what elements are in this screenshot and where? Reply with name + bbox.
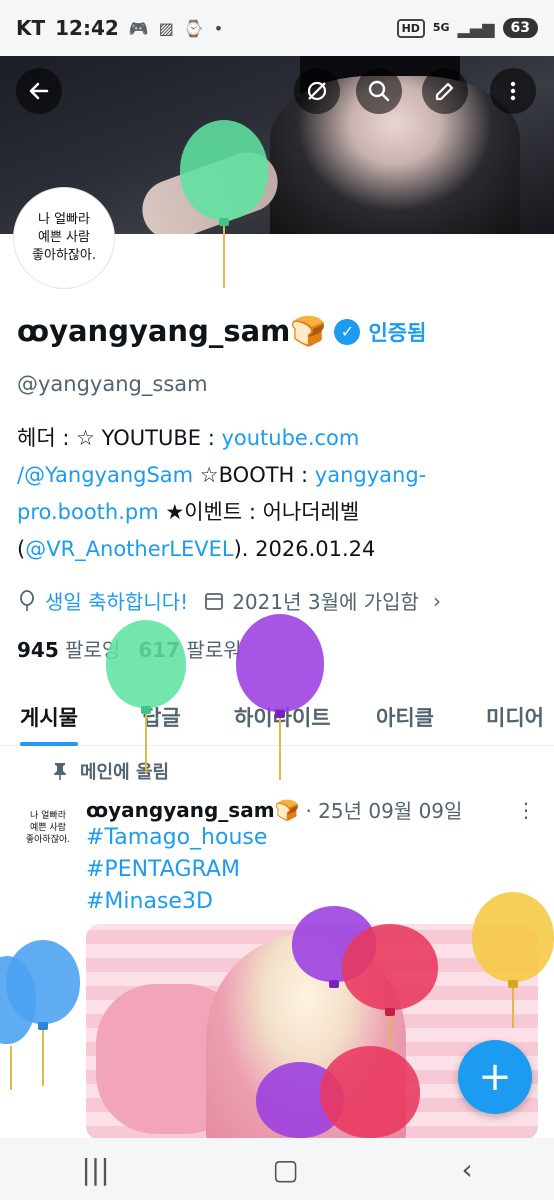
grok-icon — [307, 81, 327, 101]
join-date[interactable]: 2021년 3월에 가입함 — [232, 586, 419, 615]
grok-button[interactable] — [294, 68, 340, 114]
clock: 12:42 — [55, 16, 119, 40]
search-icon — [368, 80, 390, 102]
balloon-body — [180, 120, 268, 220]
balloon-body — [472, 892, 554, 982]
following-count: 945 — [17, 638, 59, 662]
system-nav-bar: ||| ▢ ‹ — [0, 1138, 554, 1200]
user-handle: @yangyang_ssam — [17, 372, 208, 396]
wear-icon: ⌚ — [183, 18, 204, 38]
profile-avatar[interactable]: 나 얼빠라 예쁜 사람 좋아하잖아. — [14, 188, 114, 288]
display-name: ꝏyangyang_sam🍞 ✓ 인증됨 — [17, 314, 426, 349]
bio-event-date: ). 2026.01.24 — [233, 537, 376, 561]
pinned-indicator: 메인에 올림 — [52, 758, 169, 784]
balloon-icon — [20, 589, 34, 611]
pin-icon — [54, 763, 66, 780]
discord-icon: 🎮 — [128, 18, 149, 38]
pinned-label: 메인에 올림 — [80, 762, 170, 783]
birthday-link[interactable]: 생일 축하합니다! — [45, 586, 188, 615]
status-bar: KT 12:42 🎮 ▨ ⌚ • HD 5G ▂▄▆ 63 — [0, 0, 554, 56]
balloon-body — [236, 614, 324, 712]
home-icon[interactable]: ▢ — [272, 1153, 298, 1186]
active-tab-indicator — [20, 742, 78, 746]
search-button[interactable] — [356, 68, 402, 114]
profile-bio: 헤더 : ☆ YOUTUBE : youtube.com /@YangyangS… — [17, 420, 537, 568]
balloon-knot — [385, 1008, 395, 1016]
bio-booth-text: ☆BOOTH : — [193, 463, 315, 487]
tab-posts[interactable]: 게시물 — [20, 690, 78, 746]
signal-icon: ▂▄▆ — [457, 18, 495, 38]
avatar-text-line1: 나 얼빠라 — [38, 212, 90, 227]
balloon-knot — [275, 710, 285, 718]
calendar-icon — [205, 592, 224, 610]
back-button[interactable] — [16, 68, 62, 114]
balloon-string — [279, 718, 281, 780]
network-indicator: 5G — [432, 21, 450, 34]
verified-label[interactable]: 인증됨 — [368, 317, 426, 347]
balloon-knot — [38, 1022, 48, 1030]
tab-label: 미디어 — [486, 706, 544, 730]
compose-fab[interactable]: + — [458, 1040, 532, 1114]
pattern-icon: ▨ — [158, 18, 174, 38]
post-header: ꝏyangyang_sam🍞 · 25년 09월 09일 ⋮ — [86, 795, 536, 824]
edit-icon — [435, 82, 454, 101]
post-avatar-line2: 예쁜 사람 — [30, 823, 66, 833]
post-avatar-line3: 좋아하잖아. — [25, 835, 71, 845]
profile-meta: 생일 축하합니다! 2021년 3월에 가입함 › — [17, 586, 441, 615]
edit-button[interactable] — [422, 68, 468, 114]
balloon-body — [106, 620, 186, 708]
balloon-body — [342, 924, 438, 1010]
avatar-text-line3: 좋아하잖아. — [32, 248, 96, 263]
balloon-knot — [508, 980, 518, 988]
balloon-knot — [141, 706, 151, 714]
tab-label: 아티클 — [376, 706, 434, 730]
tab-articles[interactable]: 아티클 — [376, 690, 434, 744]
balloon-string — [223, 226, 225, 288]
carrier-label: KT — [16, 16, 46, 40]
display-name-text: ꝏyangyang_sam🍞 — [17, 314, 327, 348]
balloon-knot — [219, 218, 229, 226]
hashtag-link[interactable]: #Minase3D — [86, 886, 267, 918]
battery-indicator: 63 — [502, 18, 538, 38]
event-mention-link[interactable]: @VR_AnotherLEVEL — [25, 537, 233, 561]
bio-header-text: 헤더 : ☆ YOUTUBE : — [17, 426, 222, 450]
balloon-string — [42, 1030, 44, 1086]
plus-icon: + — [478, 1054, 512, 1100]
post-avatar-line1: 나 얼빠라 — [30, 811, 66, 821]
dot-icon: • — [213, 18, 224, 38]
post-author-name[interactable]: ꝏyangyang_sam🍞 — [86, 798, 299, 822]
back-arrow-icon — [29, 82, 49, 100]
hashtag-link[interactable]: #Tamago_house — [86, 822, 267, 854]
post-author-avatar[interactable]: 나 얼빠라 예쁜 사람 좋아하잖아. — [18, 798, 78, 858]
more-button[interactable] — [490, 68, 536, 114]
recent-apps-icon[interactable]: ||| — [81, 1153, 109, 1186]
chevron-right-icon[interactable]: › — [433, 589, 441, 613]
verified-badge-icon[interactable]: ✓ — [334, 318, 361, 345]
back-nav-icon[interactable]: ‹ — [461, 1153, 472, 1186]
balloon-string — [512, 988, 514, 1028]
balloon-string — [145, 714, 147, 774]
hashtag-link[interactable]: #PENTAGRAM — [86, 854, 267, 886]
tab-label: 게시물 — [20, 706, 78, 730]
hd-indicator: HD — [396, 18, 425, 38]
balloon-knot — [329, 980, 339, 988]
followers-label: 팔로워 — [186, 638, 242, 662]
balloon-body — [320, 1046, 420, 1138]
post-more-icon[interactable]: ⋮ — [516, 798, 536, 822]
post-hashtags: #Tamago_house #PENTAGRAM #Minase3D — [86, 822, 267, 918]
avatar-text-line2: 예쁜 사람 — [38, 230, 90, 245]
more-vert-icon — [510, 81, 516, 101]
balloon-string — [10, 1046, 12, 1090]
tab-media[interactable]: 미디어 — [486, 690, 544, 744]
following-link[interactable]: 945 팔로잉 — [17, 634, 120, 663]
post-date[interactable]: · 25년 09월 09일 — [305, 795, 462, 824]
